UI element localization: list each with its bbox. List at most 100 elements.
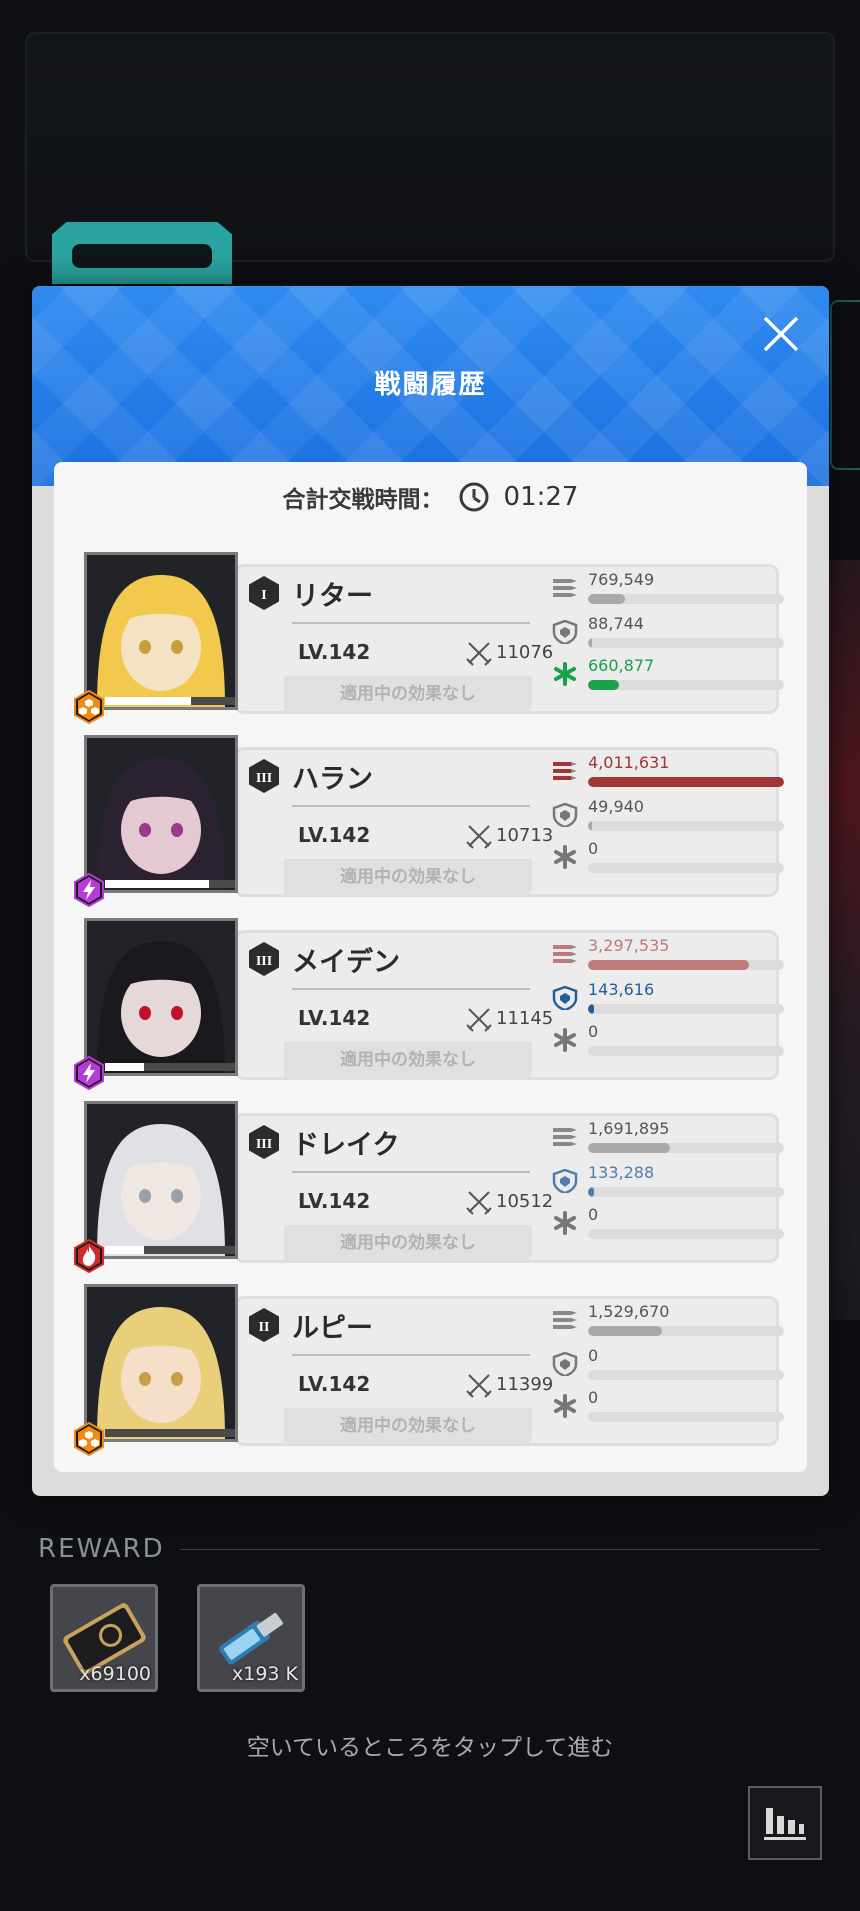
- character-level: LV.142: [298, 640, 371, 664]
- healing-value: 0: [588, 1022, 599, 1041]
- total-time-value: 01:27: [503, 482, 579, 512]
- element-electric-icon: [72, 1055, 106, 1091]
- crossed-swords-icon: [466, 1191, 492, 1215]
- svg-text:II: II: [259, 1320, 270, 1335]
- character-row[interactable]: I リター LV.142 11076 適用中の効果なし 769,549 88,744 660,…: [74, 552, 784, 725]
- damage-taken-bar: [588, 1187, 784, 1197]
- divider: [292, 805, 530, 807]
- effect-status: 適用中の効果なし: [284, 1408, 532, 1444]
- damage-taken-bar-fill: [588, 1187, 594, 1197]
- hp-bar: [105, 880, 235, 888]
- reward-item-credits[interactable]: x69100: [50, 1584, 158, 1692]
- bullets-icon: [553, 945, 577, 963]
- damage-value: 4,011,631: [588, 753, 670, 772]
- svg-text:III: III: [256, 1137, 272, 1152]
- crossed-swords-icon: [466, 642, 492, 666]
- svg-text:III: III: [256, 771, 272, 786]
- shield-icon: [552, 620, 578, 644]
- bullets-icon: [553, 762, 577, 780]
- character-portrait: [84, 1284, 238, 1442]
- character-row[interactable]: II ルピー LV.142 11399 適用中の効果なし 1,529,670 0 0: [74, 1284, 784, 1457]
- damage-taken-bar: [588, 1370, 784, 1380]
- damage-value: 1,529,670: [588, 1302, 670, 1321]
- burst-badge: III: [246, 941, 282, 977]
- character-portrait-art: [87, 1104, 235, 1256]
- damage-bar-fill: [588, 960, 749, 970]
- element-fire-icon: [72, 1238, 106, 1274]
- character-name: ルピー: [292, 1313, 373, 1344]
- combat-power: 10512: [496, 1191, 554, 1212]
- hp-bar: [105, 697, 235, 705]
- character-portrait-art: [87, 555, 235, 707]
- shield-icon: [552, 803, 578, 827]
- burst-badge: III: [246, 1124, 282, 1160]
- damage-taken-value: 0: [588, 1346, 599, 1365]
- burst-badge: I: [246, 575, 282, 611]
- close-button[interactable]: [759, 312, 803, 356]
- character-name: ドレイク: [292, 1130, 400, 1161]
- healing-value: 660,877: [588, 656, 655, 675]
- healing-bar: [588, 680, 784, 690]
- stats-button[interactable]: [748, 1786, 822, 1860]
- character-portrait-art: [87, 738, 235, 890]
- damage-bar-fill: [588, 594, 626, 604]
- heal-icon: [554, 1028, 576, 1052]
- divider: [292, 988, 530, 990]
- svg-text:I: I: [261, 588, 266, 603]
- character-name: リター: [292, 581, 373, 612]
- background-tab-inner: [72, 244, 212, 268]
- combat-power: 10713: [496, 825, 554, 846]
- healing-value: 0: [588, 1205, 599, 1224]
- divider: [292, 1171, 530, 1173]
- reward-item-data[interactable]: x193 K: [197, 1584, 305, 1692]
- combat-power: 11145: [496, 1008, 554, 1029]
- character-portrait: [84, 735, 238, 893]
- reward-count: x69100: [79, 1663, 151, 1685]
- hp-bar: [105, 1246, 235, 1254]
- shield-icon: [552, 1352, 578, 1376]
- effect-status: 適用中の効果なし: [284, 1225, 532, 1261]
- healing-bar: [588, 863, 784, 873]
- element-iron-icon: [72, 689, 106, 725]
- shield-icon: [552, 986, 578, 1010]
- damage-taken-bar: [588, 638, 784, 648]
- character-portrait: [84, 1101, 238, 1259]
- crossed-swords-icon: [466, 825, 492, 849]
- character-portrait-art: [87, 1287, 235, 1439]
- character-row[interactable]: III ハラン LV.142 10713 適用中の効果なし 4,011,631 49,940…: [74, 735, 784, 908]
- tap-to-continue-hint: 空いているところをタップして進む: [246, 1735, 614, 1761]
- effect-status: 適用中の効果なし: [284, 676, 532, 712]
- healing-value: 0: [588, 839, 599, 858]
- damage-bar: [588, 960, 784, 970]
- character-portrait: [84, 552, 238, 710]
- damage-bar: [588, 777, 784, 787]
- effect-status: 適用中の効果なし: [284, 1042, 532, 1078]
- damage-taken-value: 133,288: [588, 1163, 655, 1182]
- bullets-icon: [553, 1311, 577, 1329]
- damage-taken-value: 88,744: [588, 614, 644, 633]
- svg-text:III: III: [256, 954, 272, 969]
- dialog-header: 戦闘履歴: [32, 286, 829, 486]
- reward-count: x193 K: [231, 1663, 298, 1685]
- character-name: メイデン: [292, 947, 400, 978]
- heal-icon: [554, 662, 576, 686]
- burst-badge: III: [246, 758, 282, 794]
- character-row[interactable]: III メイデン LV.142 11145 適用中の効果なし 3,297,535 143,6…: [74, 918, 784, 1091]
- character-row[interactable]: III ドレイク LV.142 10512 適用中の効果なし 1,691,895 133,2…: [74, 1101, 784, 1274]
- close-icon: [763, 316, 799, 352]
- damage-value: 1,691,895: [588, 1119, 670, 1138]
- crossed-swords-icon: [466, 1374, 492, 1398]
- damage-taken-value: 143,616: [588, 980, 655, 999]
- combat-power: 11076: [496, 642, 554, 663]
- dialog-title: 戦闘履歴: [374, 370, 487, 400]
- hp-bar: [105, 1429, 235, 1437]
- character-portrait-art: [87, 921, 235, 1073]
- hp-bar: [105, 1063, 235, 1071]
- divider: [292, 1354, 530, 1356]
- damage-taken-bar: [588, 821, 784, 831]
- heal-icon: [554, 845, 576, 869]
- clock-icon: [459, 482, 489, 512]
- battle-history-panel: 合計交戦時間： 01:27 I リター LV.142 11076 適用中の効果なし 769…: [54, 462, 807, 1472]
- character-level: LV.142: [298, 1006, 371, 1030]
- heal-icon: [554, 1394, 576, 1418]
